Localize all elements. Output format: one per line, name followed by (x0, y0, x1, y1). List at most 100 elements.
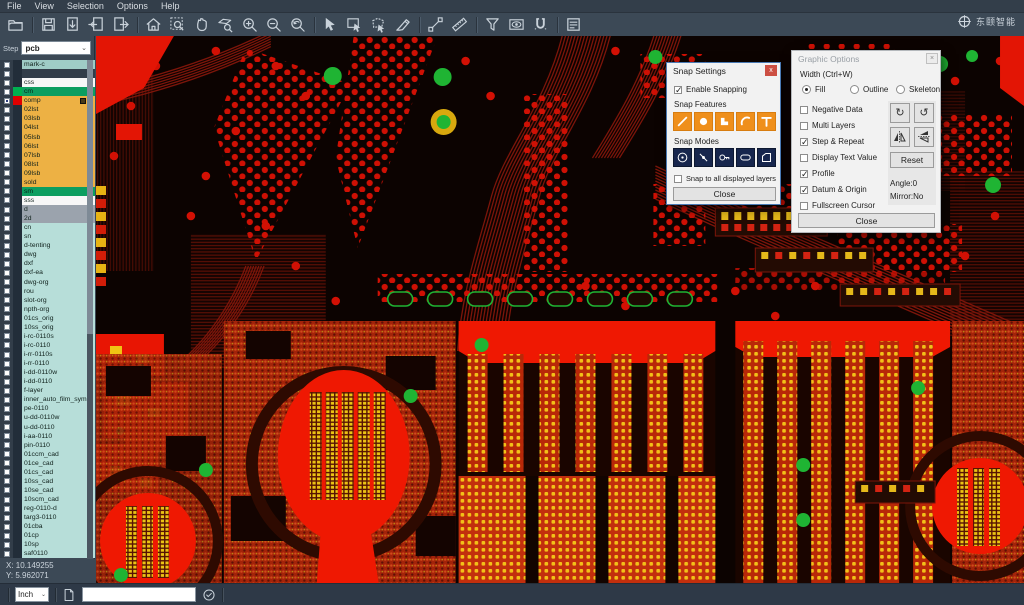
layer-name[interactable]: cn (22, 223, 95, 232)
snap-dialog-close-icon[interactable]: x (765, 65, 777, 76)
layer-name[interactable]: css (22, 78, 95, 87)
layer-name[interactable]: sm (22, 187, 95, 196)
snap-mode-center-button[interactable] (673, 148, 692, 167)
radio-skeleton[interactable]: Skeleton (896, 85, 940, 94)
layer-row[interactable]: u-dd-0110 (0, 423, 95, 432)
layer-visibility-cell[interactable] (0, 504, 13, 513)
layer-name[interactable]: 07lsb (22, 151, 95, 160)
layer-visibility-cell[interactable] (0, 450, 13, 459)
layer-name[interactable]: pin-0110 (22, 441, 95, 450)
layer-visibility-cell[interactable] (0, 69, 13, 78)
menu-file[interactable]: File (7, 1, 22, 11)
layer-row[interactable]: d (0, 205, 95, 214)
layer-name[interactable]: 03lsb (22, 114, 95, 123)
layer-visibility-cell[interactable] (0, 477, 13, 486)
layer-checkbox[interactable] (4, 324, 10, 330)
layer-name[interactable]: 01ccm_cad (22, 450, 95, 459)
layer-row[interactable]: cn (0, 223, 95, 232)
layer-row[interactable]: npth-org (0, 305, 95, 314)
layer-row[interactable]: dwg-org (0, 278, 95, 287)
layer-checkbox[interactable] (4, 297, 10, 303)
layer-checkbox[interactable] (4, 270, 10, 276)
snap-close-button[interactable]: Close (673, 187, 776, 201)
layer-checkbox[interactable] (4, 152, 10, 158)
layer-name[interactable]: i-dd-0110w (22, 368, 95, 377)
layer-checkbox[interactable] (4, 252, 10, 258)
snap-feature-corner-button[interactable] (715, 112, 734, 131)
layer-name[interactable]: npth-org (22, 305, 95, 314)
layer-row[interactable]: css (0, 78, 95, 87)
layer-row[interactable]: i-dd-0110 (0, 377, 95, 386)
layer-visibility-cell[interactable] (0, 404, 13, 413)
layer-checkbox[interactable] (4, 352, 10, 358)
layer-visibility-cell[interactable] (0, 232, 13, 241)
menu-selection[interactable]: Selection (67, 1, 104, 11)
layer-visibility-cell[interactable] (0, 205, 13, 214)
home-icon[interactable] (142, 14, 166, 35)
filter-icon[interactable] (481, 14, 505, 35)
layer-checkbox[interactable] (4, 497, 10, 503)
layer-checkbox[interactable] (4, 333, 10, 339)
layer-name[interactable]: dxf-ea (22, 268, 95, 277)
layer-row[interactable]: 10ss_cad (0, 477, 95, 486)
layer-name[interactable]: rou (22, 287, 95, 296)
layer-checkbox[interactable] (4, 288, 10, 294)
layer-name[interactable]: 01cs_orig (22, 314, 95, 323)
layer-visibility-cell[interactable] (0, 486, 13, 495)
layer-name[interactable]: 05lsb (22, 133, 95, 142)
layer-visibility-cell[interactable] (0, 114, 13, 123)
layer-checkbox[interactable] (4, 460, 10, 466)
layer-row[interactable]: 2d (0, 214, 95, 223)
layer-visibility-cell[interactable] (0, 305, 13, 314)
layer-name[interactable]: dxf (22, 259, 95, 268)
layer-checkbox[interactable] (4, 134, 10, 140)
rotate-cw-button[interactable]: ↻ (890, 103, 910, 123)
snap-all-layers-checkbox[interactable] (674, 175, 682, 183)
zoom-select-icon[interactable] (166, 14, 190, 35)
layer-row[interactable]: 10scm_cad (0, 495, 95, 504)
layer-checkbox[interactable] (4, 306, 10, 312)
layer-checkbox[interactable] (4, 179, 10, 185)
layer-name[interactable]: u-dd-0110 (22, 423, 95, 432)
layer-checkbox[interactable] (4, 279, 10, 285)
profile-checkbox[interactable]: Profile (800, 169, 835, 178)
layer-row[interactable]: pin-0110 (0, 441, 95, 450)
layer-name[interactable]: i-rr-0110 (22, 359, 95, 368)
layer-row[interactable]: 01ccm_cad (0, 450, 95, 459)
layer-visibility-cell[interactable] (0, 259, 13, 268)
layer-row[interactable]: f-layer (0, 386, 95, 395)
load-icon[interactable] (85, 14, 109, 35)
layer-checkbox[interactable] (4, 533, 10, 539)
layer-row[interactable]: targ3-0110 (0, 513, 95, 522)
layer-row[interactable]: 02lst (0, 105, 95, 114)
layer-visibility-cell[interactable] (0, 432, 13, 441)
layer-name[interactable]: saf0110 (22, 549, 95, 558)
select-rect-icon[interactable] (343, 14, 367, 35)
layer-name[interactable]: sold (22, 178, 95, 187)
layer-checkbox[interactable] (4, 515, 10, 521)
layer-row[interactable]: i-rr-0110 (0, 359, 95, 368)
layer-name[interactable]: i-aa-0110 (22, 432, 95, 441)
radio-outline[interactable]: Outline (850, 85, 888, 94)
unit-select[interactable]: Inch ⌄ (15, 587, 49, 602)
layer-row[interactable]: 01cs_orig (0, 314, 95, 323)
layer-name[interactable]: targ3-0110 (22, 513, 95, 522)
layer-visibility-cell[interactable] (0, 169, 13, 178)
layer-checkbox[interactable] (4, 143, 10, 149)
layer-row[interactable]: 08lst (0, 160, 95, 169)
layer-row[interactable]: i-dd-0110w (0, 368, 95, 377)
layer-name[interactable] (22, 69, 95, 78)
save-icon[interactable] (37, 14, 61, 35)
layer-checkbox[interactable] (4, 80, 10, 86)
layer-name[interactable]: inner_auto_film_symb (22, 395, 95, 404)
layer-visibility-cell[interactable] (0, 468, 13, 477)
snap-feature-line-button[interactable] (673, 112, 692, 131)
enable-snapping-checkbox[interactable] (674, 86, 682, 94)
new-page-icon[interactable] (62, 588, 76, 602)
layer-visibility-cell[interactable] (0, 187, 13, 196)
layer-row[interactable]: slot-org (0, 296, 95, 305)
layer-row[interactable]: d-tenting (0, 241, 95, 250)
layer-visibility-cell[interactable] (0, 78, 13, 87)
layer-checkbox[interactable] (4, 524, 10, 530)
layer-row[interactable]: i-rc-0110s (0, 332, 95, 341)
